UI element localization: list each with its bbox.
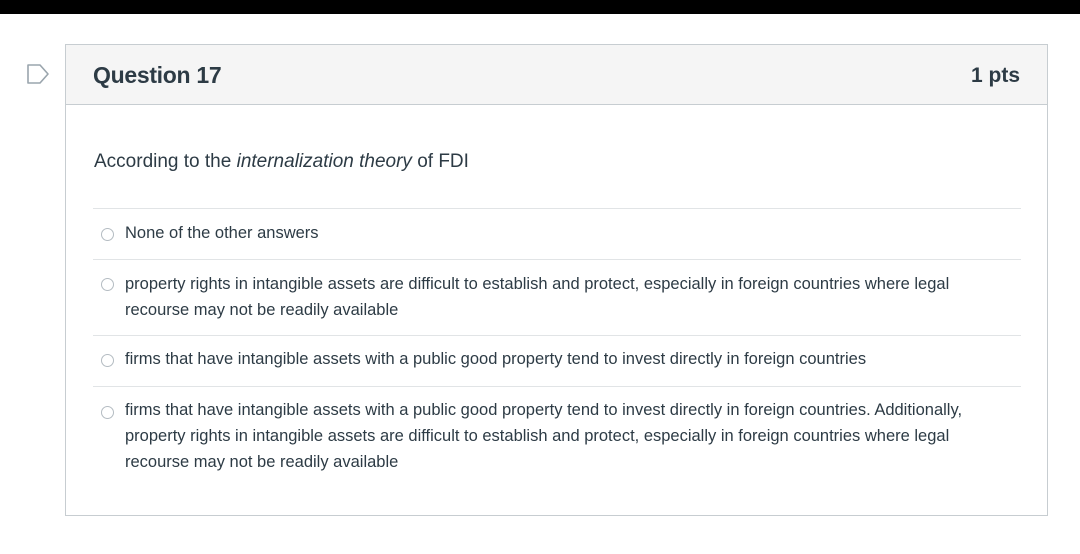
top-black-bar: [0, 0, 1080, 14]
question-text: According to the internalization theory …: [94, 151, 469, 173]
answer-option-2[interactable]: property rights in intangible assets are…: [93, 259, 1021, 335]
answer-label: None of the other answers: [125, 224, 319, 242]
question-text-emphasis: internalization theory: [236, 151, 412, 172]
question-text-suffix: of FDI: [411, 151, 469, 172]
answer-option-4[interactable]: firms that have intangible assets with a…: [93, 386, 1021, 486]
question-card: Question 17 1 pts According to the inter…: [65, 44, 1048, 516]
radio-circle-icon[interactable]: [101, 278, 114, 291]
question-title: Question 17: [93, 62, 222, 88]
question-header: Question 17 1 pts: [66, 45, 1047, 105]
question-text-prefix: According to the: [94, 151, 237, 172]
answer-label: firms that have intangible assets with a…: [125, 350, 867, 368]
radio-circle-icon[interactable]: [101, 228, 114, 241]
question-points: 1 pts: [970, 64, 1020, 87]
radio-circle-icon[interactable]: [101, 354, 114, 367]
answer-list: None of the other answers property right…: [93, 208, 1021, 486]
answer-option-1[interactable]: None of the other answers: [93, 208, 1021, 259]
answer-option-3[interactable]: firms that have intangible assets with a…: [93, 335, 1021, 386]
answer-label: firms that have intangible assets with a…: [125, 401, 963, 471]
answer-label: property rights in intangible assets are…: [125, 275, 950, 319]
radio-circle-icon[interactable]: [101, 406, 114, 419]
flag-question-icon[interactable]: [25, 62, 51, 86]
